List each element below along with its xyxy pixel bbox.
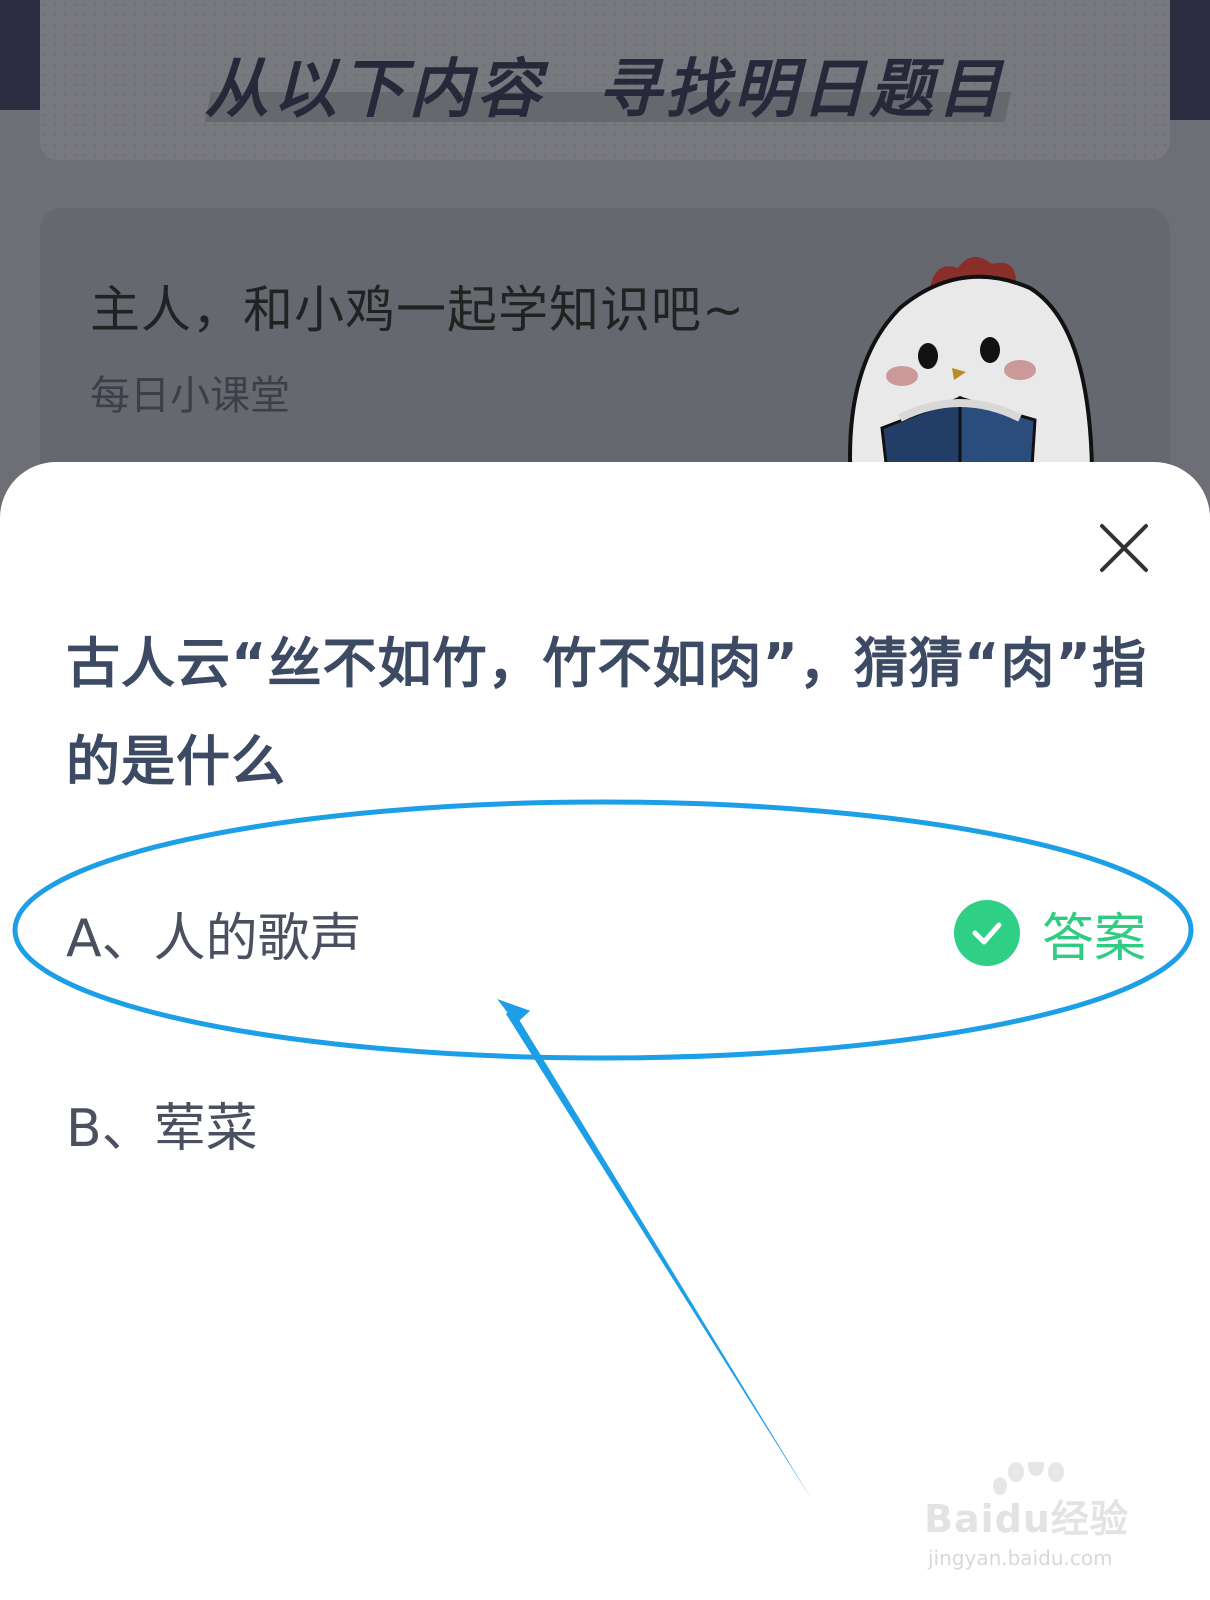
question-text: 古人云“丝不如竹，竹不如肉”，猜猜“肉”指的是什么	[66, 632, 1147, 793]
check-circle-icon	[953, 900, 1020, 966]
option-b[interactable]: B、荤菜	[66, 1068, 1146, 1178]
banner: 从以下内容 寻找明日题目	[40, 0, 1170, 160]
banner-title: 从以下内容 寻找明日题目	[204, 53, 1006, 127]
answer-label: 答案	[1041, 908, 1146, 969]
background-edge-right	[1170, 0, 1210, 120]
watermark-text: Baidu经验	[924, 1497, 1129, 1541]
watermark-url: jingyan.baidu.com	[928, 1546, 1113, 1570]
background-edge-left	[0, 0, 40, 110]
option-a-label: A、人的歌声	[66, 908, 362, 969]
option-a[interactable]: A、人的歌声 答案	[66, 878, 1146, 988]
close-icon[interactable]	[1096, 520, 1152, 576]
answer-tag: 答案	[953, 878, 1146, 988]
chick-mascot-icon	[848, 256, 1095, 498]
background-page: 从以下内容 寻找明日题目 主人，和小鸡一起学知识吧~ 每日小课堂	[0, 0, 1210, 538]
card-subtitle: 每日小课堂	[90, 373, 290, 419]
card-title: 主人，和小鸡一起学知识吧~	[90, 281, 745, 339]
option-b-label: B、荤菜	[66, 1098, 258, 1159]
